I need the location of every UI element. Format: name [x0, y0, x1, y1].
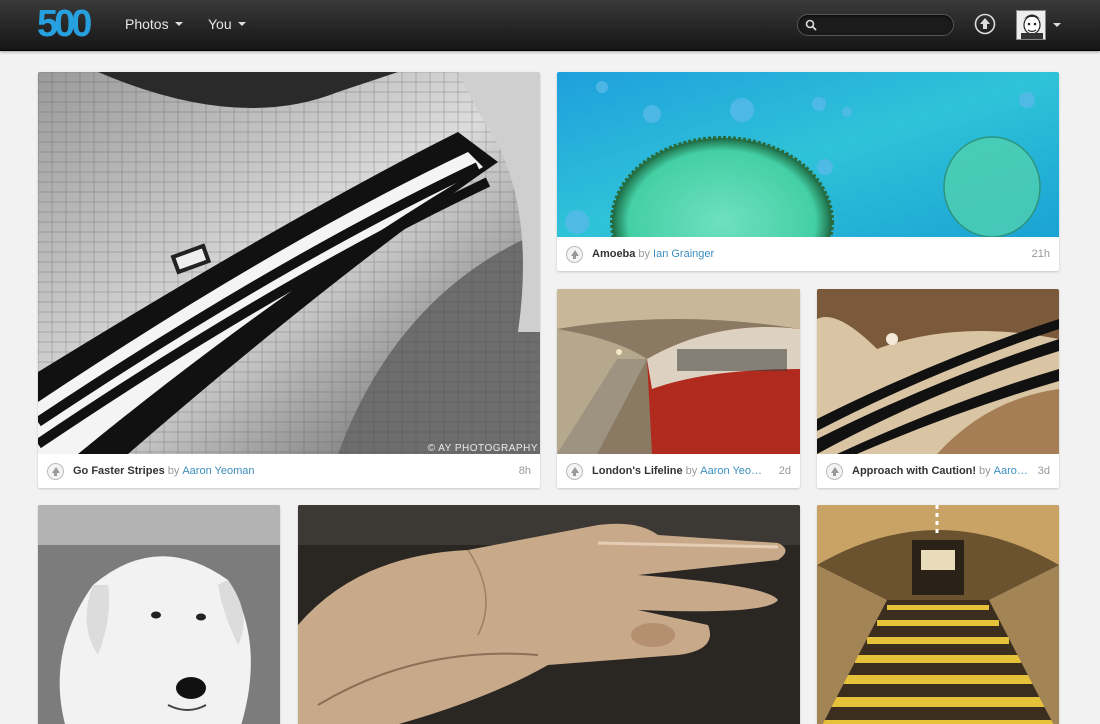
upload-icon [974, 13, 996, 35]
caret-down-icon [174, 22, 183, 27]
search-box [797, 14, 954, 36]
photo-thumbnail[interactable] [298, 505, 800, 724]
by-label: by [685, 465, 698, 477]
upvote-icon[interactable] [47, 462, 64, 480]
photo-caption: London's Lifeline by Aaron Yeoman 2d [557, 454, 800, 488]
photo-author-link[interactable]: Aaron Yeoman [182, 465, 254, 477]
photo-title[interactable]: Amoeba [592, 248, 635, 260]
photo-thumbnail[interactable] [557, 289, 800, 454]
photo-author-link[interactable]: Aaron Yeoman [700, 465, 771, 477]
photo-age: 2d [778, 465, 791, 477]
photo-thumbnail[interactable] [817, 505, 1059, 724]
photo-thumbnail[interactable] [817, 289, 1059, 454]
nav-photos-label: Photos [125, 16, 169, 32]
photo-thumbnail[interactable] [38, 505, 280, 724]
photo-title[interactable]: London's Lifeline [592, 465, 683, 477]
photo-title[interactable]: Go Faster Stripes [73, 465, 165, 477]
photo-caption: Approach with Caution! by Aaron Yeoman 3… [817, 454, 1059, 488]
photo-thumbnail[interactable] [557, 72, 1059, 237]
caret-down-icon[interactable] [1053, 23, 1061, 27]
photo-card [38, 505, 280, 724]
photo-age: 8h [518, 465, 531, 477]
upvote-icon[interactable] [566, 245, 583, 263]
photo-card: Approach with Caution! by Aaron Yeoman 3… [817, 289, 1059, 488]
photo-author-link[interactable]: Ian Grainger [653, 248, 714, 260]
photo-author-link[interactable]: Aaron Yeoman [994, 465, 1030, 477]
svg-text:500: 500 [37, 6, 91, 42]
upvote-icon[interactable] [826, 462, 843, 480]
photo-card [298, 505, 800, 724]
by-label: by [167, 465, 180, 477]
photo-card: London's Lifeline by Aaron Yeoman 2d [557, 289, 800, 488]
by-label: by [638, 248, 651, 260]
top-navigation-bar: 500 Photos You [0, 0, 1100, 51]
500px-logo[interactable]: 500 [37, 3, 103, 45]
photo-caption: Amoeba by Ian Grainger 21h [557, 237, 1059, 271]
search-input[interactable] [820, 17, 948, 33]
search-icon [805, 19, 817, 31]
photo-card: Amoeba by Ian Grainger 21h [557, 72, 1059, 271]
user-avatar[interactable] [1016, 10, 1046, 40]
photo-card: © AY PHOTOGRAPHY Go Faster Stripes by Aa… [38, 72, 540, 488]
by-label: by [979, 465, 991, 477]
upload-button[interactable] [974, 13, 996, 35]
upvote-icon[interactable] [566, 462, 583, 480]
nav-photos-menu[interactable]: Photos [125, 16, 183, 32]
photo-caption: Go Faster Stripes by Aaron Yeoman 8h [38, 454, 540, 488]
photo-watermark: © AY PHOTOGRAPHY [427, 443, 538, 454]
nav-you-label: You [208, 16, 232, 32]
photo-title[interactable]: Approach with Caution! [852, 465, 976, 477]
photo-thumbnail[interactable]: © AY PHOTOGRAPHY [38, 72, 540, 454]
photo-card [817, 505, 1059, 724]
nav-you-menu[interactable]: You [208, 16, 246, 32]
caret-down-icon [237, 22, 246, 27]
photo-age: 3d [1037, 465, 1050, 477]
photo-age: 21h [1031, 248, 1050, 260]
